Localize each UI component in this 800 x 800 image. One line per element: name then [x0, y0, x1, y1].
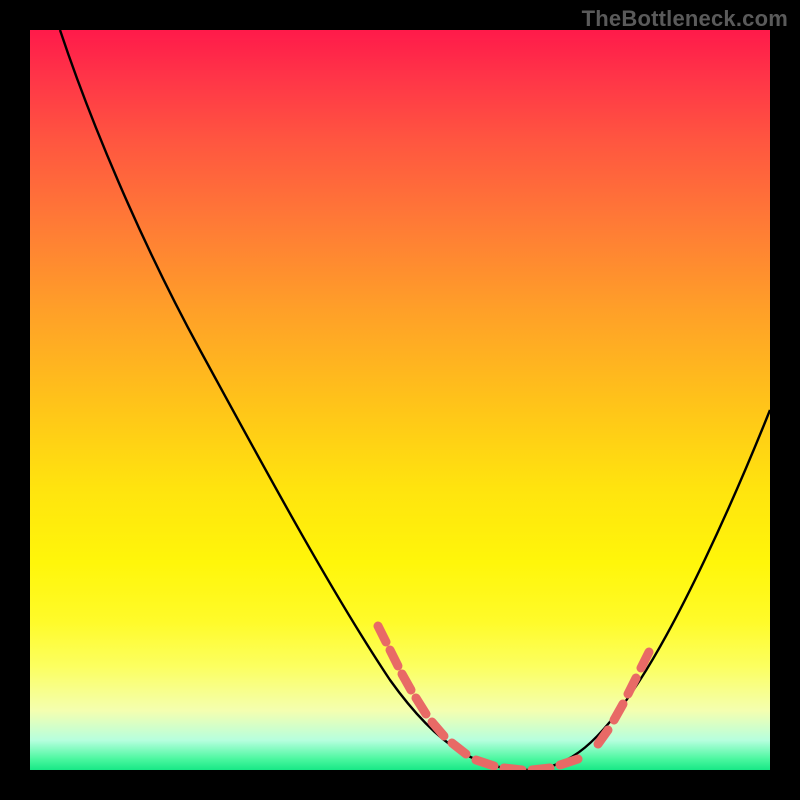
curve-svg: [30, 30, 770, 770]
chart-plot-area: [30, 30, 770, 770]
bottleneck-curve: [60, 30, 770, 770]
highlight-dashes: [378, 626, 649, 770]
watermark-text: TheBottleneck.com: [582, 6, 788, 32]
